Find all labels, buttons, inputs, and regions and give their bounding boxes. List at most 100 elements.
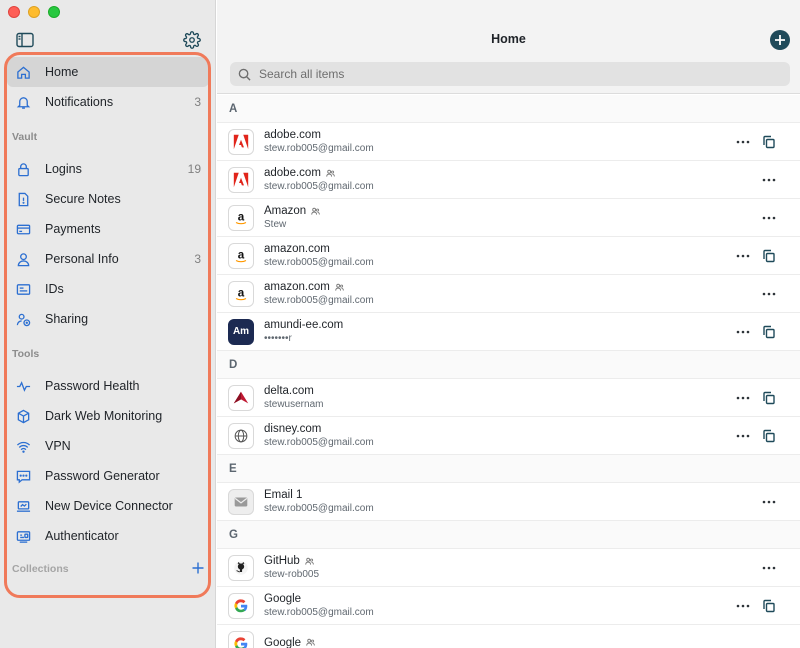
sidebar-item-label: Home xyxy=(45,65,79,79)
sidebar-item-secure-notes[interactable]: Secure Notes xyxy=(7,184,209,214)
shared-icon xyxy=(306,638,315,646)
more-options-icon[interactable] xyxy=(762,174,776,186)
add-collection-plus-icon[interactable] xyxy=(191,561,205,575)
more-options-icon[interactable] xyxy=(762,212,776,224)
svg-text:a: a xyxy=(238,286,245,299)
copy-icon[interactable] xyxy=(762,429,776,443)
more-options-icon[interactable] xyxy=(736,600,750,612)
sidebar-item-label: Logins xyxy=(45,162,82,176)
item-name: Email 1 xyxy=(264,489,303,501)
adobe-logo-icon xyxy=(228,128,254,155)
more-options-icon[interactable] xyxy=(762,288,776,300)
message-dots-icon xyxy=(15,468,31,484)
sidebar-item-new-device-connector[interactable]: New Device Connector xyxy=(7,491,209,521)
shared-icon xyxy=(311,207,321,215)
list-item[interactable]: Google stew.rob005@gmail.com xyxy=(217,587,800,625)
search-bar[interactable] xyxy=(230,62,790,86)
sidebar-item-password-health[interactable]: Password Health xyxy=(7,371,209,401)
list-item[interactable]: delta.com stewusernam xyxy=(217,379,800,417)
google-logo-icon xyxy=(228,630,254,648)
sidebar-item-vpn[interactable]: VPN xyxy=(7,431,209,461)
item-username: stewusernam xyxy=(264,399,324,410)
sidebar-item-home[interactable]: Home xyxy=(7,57,209,87)
sidebar-item-label: Dark Web Monitoring xyxy=(45,409,163,423)
sidebar-item-logins[interactable]: Logins 19 xyxy=(7,154,209,184)
list-item[interactable]: a amazon.com stew.rob005@gmail.com xyxy=(217,275,800,313)
sidebar-item-password-generator[interactable]: Password Generator xyxy=(7,461,209,491)
sidebar-item-notifications[interactable]: Notifications 3 xyxy=(7,87,209,117)
top-bar: Home xyxy=(217,0,800,94)
item-username: stew.rob005@gmail.com xyxy=(264,257,374,268)
item-username: stew.rob005@gmail.com xyxy=(264,295,374,306)
svg-text:a: a xyxy=(238,210,245,223)
note-icon xyxy=(15,191,31,207)
item-name: Amazon xyxy=(264,205,307,217)
zoom-window-button[interactable] xyxy=(48,6,60,18)
id-card-icon xyxy=(15,281,31,297)
sidebar-item-ids[interactable]: IDs xyxy=(7,274,209,304)
copy-icon[interactable] xyxy=(762,391,776,405)
more-options-icon[interactable] xyxy=(736,136,750,148)
more-options-icon[interactable] xyxy=(762,496,776,508)
more-options-icon[interactable] xyxy=(736,250,750,262)
authenticator-icon xyxy=(15,528,31,544)
list-item[interactable]: disney.com stew.rob005@gmail.com xyxy=(217,417,800,455)
sidebar-item-label: Notifications xyxy=(45,95,114,109)
sidebar-nav: Home Notifications 3 Vault Logins 19 Sec… xyxy=(7,57,209,587)
wifi-icon xyxy=(15,438,31,454)
list-item[interactable]: adobe.com stew.rob005@gmail.com xyxy=(217,123,800,161)
item-username: stew.rob005@gmail.com xyxy=(264,607,374,618)
sidebar-item-label: Authenticator xyxy=(45,529,119,543)
more-options-icon[interactable] xyxy=(736,430,750,442)
sidebar-item-payments[interactable]: Payments xyxy=(7,214,209,244)
main-panel: Home A adobe.com stew.rob005@gmail.com a d… xyxy=(217,0,800,648)
list-item[interactable]: a amazon.com stew.rob005@gmail.com xyxy=(217,237,800,275)
list-item[interactable]: GitHub stew-rob005 xyxy=(217,549,800,587)
list-item[interactable]: Am amundi-ee.com •••••••r xyxy=(217,313,800,351)
copy-icon[interactable] xyxy=(762,249,776,263)
list-item[interactable]: Google xyxy=(217,625,800,648)
item-name: GitHub xyxy=(264,555,300,567)
amazon-logo-icon: a xyxy=(228,242,254,269)
settings-gear-icon[interactable] xyxy=(183,31,201,49)
copy-icon[interactable] xyxy=(762,599,776,613)
copy-icon[interactable] xyxy=(762,135,776,149)
sidebar-item-label: Password Generator xyxy=(45,469,160,483)
item-name: amazon.com xyxy=(264,281,330,293)
list-item[interactable]: adobe.com stew.rob005@gmail.com xyxy=(217,161,800,199)
sidebar-item-dark-web-monitoring[interactable]: Dark Web Monitoring xyxy=(7,401,209,431)
sidebar-toggle-icon[interactable] xyxy=(16,32,34,48)
more-options-icon[interactable] xyxy=(736,326,750,338)
copy-icon[interactable] xyxy=(762,325,776,339)
search-input[interactable] xyxy=(259,67,759,81)
item-name: Google xyxy=(264,636,302,648)
sidebar-item-authenticator[interactable]: Authenticator xyxy=(7,521,209,551)
more-options-icon[interactable] xyxy=(762,562,776,574)
sidebar-item-personal-info[interactable]: Personal Info 3 xyxy=(7,244,209,274)
sidebar-item-label: Secure Notes xyxy=(45,192,121,206)
list-item[interactable]: Email 1 stew.rob005@gmail.com xyxy=(217,483,800,521)
item-name: amazon.com xyxy=(264,243,330,255)
close-window-button[interactable] xyxy=(8,6,20,18)
minimize-window-button[interactable] xyxy=(28,6,40,18)
lock-icon xyxy=(15,161,31,177)
item-username: Stew xyxy=(264,219,287,230)
personal-info-count: 3 xyxy=(194,252,201,266)
more-options-icon[interactable] xyxy=(736,392,750,404)
item-name: adobe.com xyxy=(264,167,321,179)
item-username: stew.rob005@gmail.com xyxy=(264,181,374,192)
add-item-button[interactable] xyxy=(770,30,790,50)
group-header-e: E xyxy=(217,455,800,483)
sidebar: Home Notifications 3 Vault Logins 19 Sec… xyxy=(0,0,216,648)
tools-section-label: Tools xyxy=(12,347,40,360)
logins-count: 19 xyxy=(187,162,201,176)
shared-icon xyxy=(305,557,314,565)
sidebar-item-label: Sharing xyxy=(45,312,89,326)
sidebar-item-sharing[interactable]: Sharing xyxy=(7,304,209,334)
item-username: stew-rob005 xyxy=(264,569,320,580)
globe-icon xyxy=(228,422,254,449)
list-item[interactable]: a Amazon Stew xyxy=(217,199,800,237)
google-logo-icon xyxy=(228,592,254,619)
group-header-a: A xyxy=(217,95,800,123)
sidebar-item-label: New Device Connector xyxy=(45,499,173,513)
